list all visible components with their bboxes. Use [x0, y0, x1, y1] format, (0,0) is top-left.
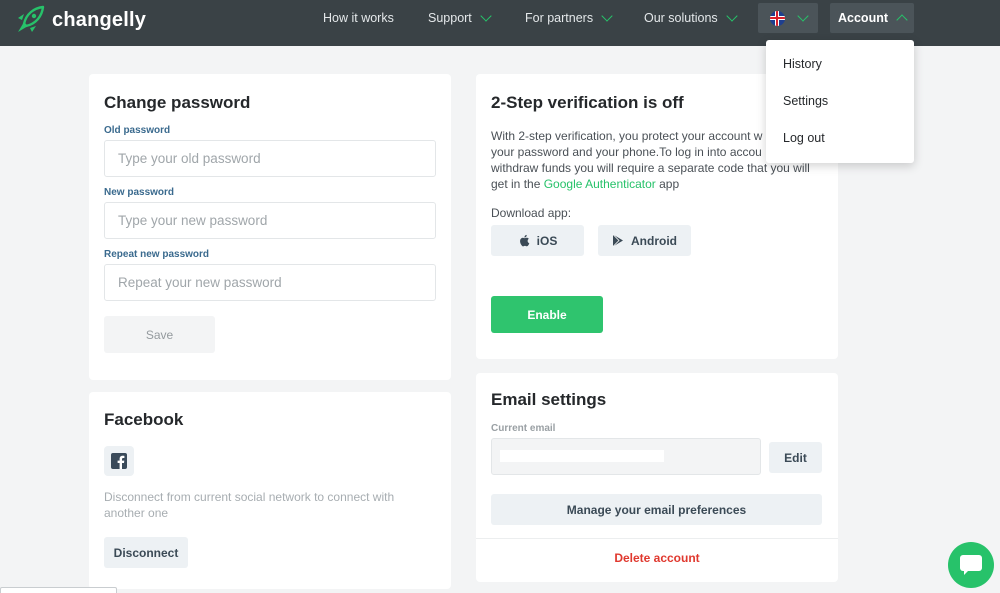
new-password-input[interactable]: Type your new password	[104, 202, 436, 239]
nav-how-it-works-label: How it works	[323, 11, 394, 25]
ios-label: iOS	[536, 233, 558, 248]
edit-email-button[interactable]: Edit	[769, 442, 822, 473]
apple-icon	[519, 234, 529, 247]
nav-our-solutions[interactable]: Our solutions	[644, 0, 738, 36]
repeat-password-input[interactable]: Repeat your new password	[104, 264, 436, 301]
nav-support[interactable]: Support	[428, 0, 492, 36]
chevron-up-icon	[896, 13, 908, 26]
change-password-title: Change password	[104, 93, 251, 112]
current-email-label: Current email	[491, 423, 556, 434]
new-password-label: New password	[104, 187, 175, 198]
rocket-logo-icon	[18, 5, 45, 32]
manage-email-preferences-button[interactable]: Manage your email preferences	[491, 494, 822, 525]
delete-account-link[interactable]: Delete account	[476, 551, 838, 565]
nav-support-label: Support	[428, 11, 472, 25]
current-email-field	[491, 438, 761, 475]
disconnect-label: Disconnect	[113, 545, 179, 560]
uk-flag-icon	[769, 10, 785, 26]
desc-line-4-suffix: app	[655, 177, 680, 191]
account-label: Account	[838, 11, 888, 25]
facebook-card: Facebook Disconnect from current social …	[89, 392, 451, 589]
old-password-input[interactable]: Type your old password	[104, 140, 436, 177]
two-step-title: 2-Step verification is off	[491, 93, 684, 112]
redacted-email-value	[500, 450, 664, 462]
brand-name: changelly	[52, 8, 147, 31]
card-divider	[476, 538, 838, 539]
email-settings-title: Email settings	[491, 390, 607, 409]
menu-item-log-out[interactable]: Log out	[783, 131, 825, 145]
facebook-description: Disconnect from current social network t…	[104, 490, 395, 520]
email-settings-card: Email settings Current email Edit Manage…	[476, 373, 838, 582]
facebook-icon-box	[104, 446, 134, 476]
nav-our-solutions-label: Our solutions	[644, 11, 718, 25]
android-label: Android	[631, 233, 677, 248]
disconnect-button[interactable]: Disconnect	[104, 537, 188, 568]
chat-support-icon[interactable]	[948, 542, 994, 588]
google-play-icon	[612, 234, 623, 247]
edit-label: Edit	[784, 450, 807, 465]
manage-email-label: Manage your email preferences	[566, 502, 747, 517]
bottom-corner-widget[interactable]	[0, 587, 117, 593]
nav-for-partners-label: For partners	[525, 11, 594, 25]
ios-download-button[interactable]: iOS	[491, 225, 584, 256]
old-password-label: Old password	[104, 125, 171, 136]
desc-line-4-prefix: get in the	[491, 177, 544, 191]
save-button[interactable]: Save	[104, 316, 215, 353]
google-authenticator-link[interactable]: Google Authenticator	[544, 177, 656, 191]
nav-for-partners[interactable]: For partners	[525, 0, 613, 36]
nav-how-it-works[interactable]: How it works	[323, 0, 394, 36]
menu-item-history[interactable]: History	[783, 57, 822, 71]
two-step-desc-line-4: get in the Google Authenticator app	[491, 176, 831, 192]
chevron-down-icon	[601, 9, 613, 22]
account-menu-button[interactable]: Account	[830, 3, 914, 33]
repeat-password-label: Repeat new password	[104, 249, 210, 260]
menu-item-settings[interactable]: Settings	[783, 94, 828, 108]
account-dropdown-menu: History Settings Log out	[766, 40, 914, 163]
download-app-label: Download app:	[491, 206, 572, 220]
change-password-card: Change password Old password Type your o…	[89, 74, 451, 380]
android-download-button[interactable]: Android	[598, 225, 691, 256]
language-selector[interactable]	[758, 3, 818, 33]
facebook-title: Facebook	[104, 410, 184, 429]
brand-logo[interactable]: changelly	[14, 4, 146, 36]
chevron-down-icon	[725, 9, 738, 22]
enable-2fa-button[interactable]: Enable	[491, 296, 603, 333]
chevron-down-icon	[480, 9, 492, 22]
chevron-down-icon	[796, 9, 809, 22]
facebook-icon	[111, 453, 127, 469]
